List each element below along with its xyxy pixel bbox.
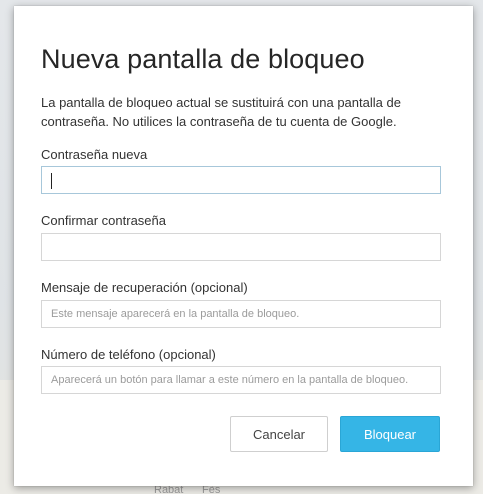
lock-screen-dialog: Nueva pantalla de bloqueo La pantalla de… <box>14 6 473 486</box>
phone-number-label: Número de teléfono (opcional) <box>41 347 216 362</box>
text-caret <box>51 173 52 189</box>
dialog-description: La pantalla de bloqueo actual se sustitu… <box>41 95 401 129</box>
new-password-input[interactable] <box>41 166 441 194</box>
lock-button[interactable]: Bloquear <box>340 416 440 452</box>
recovery-message-input[interactable] <box>41 300 441 328</box>
phone-number-input[interactable] <box>41 366 441 394</box>
dialog-title: Nueva pantalla de bloqueo <box>41 44 365 74</box>
new-password-label: Contraseña nueva <box>41 147 148 162</box>
confirm-password-label: Confirmar contraseña <box>41 213 166 228</box>
recovery-message-label: Mensaje de recuperación (opcional) <box>41 280 248 295</box>
cancel-button[interactable]: Cancelar <box>230 416 328 452</box>
confirm-password-input[interactable] <box>41 233 441 261</box>
